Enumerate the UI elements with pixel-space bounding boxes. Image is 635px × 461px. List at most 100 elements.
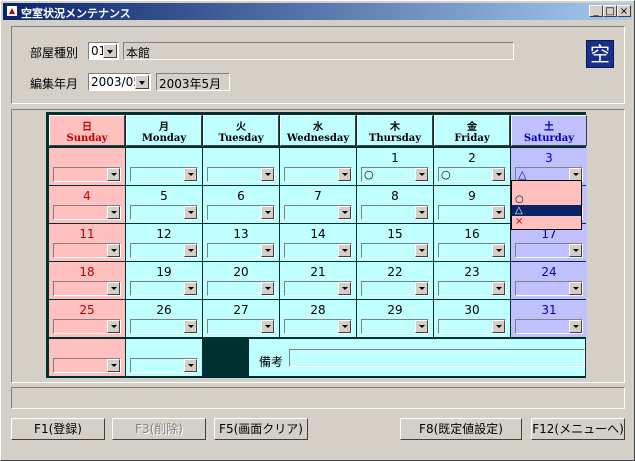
day-number: 7 — [314, 189, 322, 203]
dropdown-option[interactable]: ○ — [512, 194, 581, 205]
chevron-down-icon[interactable] — [261, 320, 274, 333]
chevron-down-icon[interactable] — [184, 359, 197, 372]
chevron-down-icon[interactable] — [338, 320, 351, 333]
chevron-down-icon[interactable] — [261, 244, 274, 257]
menu-button[interactable]: F12(メニューへ) — [531, 418, 625, 440]
chevron-down-icon[interactable] — [135, 75, 149, 89]
chevron-down-icon[interactable] — [569, 282, 582, 295]
availability-select[interactable] — [284, 319, 352, 334]
day-number: 19 — [156, 265, 172, 279]
minimize-button[interactable]: _ — [589, 5, 603, 17]
chevron-down-icon[interactable] — [415, 206, 428, 219]
chevron-down-icon[interactable] — [569, 320, 582, 333]
chevron-down-icon[interactable] — [261, 206, 274, 219]
chevron-down-icon[interactable] — [184, 320, 197, 333]
availability-select[interactable] — [438, 319, 506, 334]
chevron-down-icon[interactable] — [338, 168, 351, 181]
availability-select[interactable]: ○ — [361, 167, 429, 182]
chevron-down-icon[interactable] — [492, 168, 505, 181]
availability-select[interactable] — [207, 205, 275, 220]
availability-select[interactable] — [361, 243, 429, 258]
availability-select[interactable] — [207, 243, 275, 258]
dropdown-option[interactable] — [512, 183, 581, 194]
availability-select[interactable] — [438, 243, 506, 258]
availability-select[interactable] — [361, 281, 429, 296]
availability-select[interactable] — [284, 205, 352, 220]
chevron-down-icon[interactable] — [107, 244, 120, 257]
chevron-down-icon[interactable] — [261, 168, 274, 181]
day-header-en: Tuesday — [218, 133, 264, 144]
availability-select[interactable] — [53, 243, 121, 258]
chevron-down-icon[interactable] — [415, 282, 428, 295]
availability-select[interactable] — [130, 167, 198, 182]
chevron-down-icon[interactable] — [338, 244, 351, 257]
availability-select[interactable] — [284, 243, 352, 258]
chevron-down-icon[interactable] — [184, 244, 197, 257]
availability-select[interactable] — [53, 167, 121, 182]
calendar-grid: 備考 日 Sunday 月 Monday 火 Tuesday 水 Wednesday 木 Thur… — [46, 112, 587, 378]
chevron-down-icon[interactable] — [107, 282, 120, 295]
availability-select[interactable] — [130, 205, 198, 220]
close-button[interactable]: × — [617, 5, 631, 17]
chevron-down-icon[interactable] — [184, 282, 197, 295]
chevron-down-icon[interactable] — [338, 206, 351, 219]
availability-dropdown-list[interactable]: ○ △ × — [511, 180, 582, 230]
dropdown-option[interactable]: × — [512, 216, 581, 227]
chevron-down-icon[interactable] — [107, 359, 120, 372]
availability-select[interactable] — [53, 358, 121, 373]
dropdown-option[interactable]: △ — [512, 205, 581, 216]
memo-input[interactable] — [289, 349, 585, 367]
memo-label: 備考 — [259, 355, 284, 369]
chevron-down-icon[interactable] — [415, 244, 428, 257]
availability-select[interactable] — [130, 243, 198, 258]
delete-button[interactable]: F3(削除) — [112, 418, 206, 440]
availability-select[interactable] — [361, 205, 429, 220]
chevron-down-icon[interactable] — [492, 282, 505, 295]
chevron-down-icon[interactable] — [415, 320, 428, 333]
availability-select[interactable] — [130, 358, 198, 373]
chevron-down-icon[interactable] — [184, 206, 197, 219]
chevron-down-icon[interactable] — [107, 320, 120, 333]
availability-select[interactable] — [130, 319, 198, 334]
availability-select[interactable] — [438, 205, 506, 220]
availability-select[interactable] — [515, 319, 583, 334]
maximize-button[interactable]: □ — [603, 5, 617, 17]
chevron-down-icon[interactable] — [261, 282, 274, 295]
day-number: 6 — [237, 189, 245, 203]
chevron-down-icon[interactable] — [492, 320, 505, 333]
clear-screen-button[interactable]: F5(画面クリア) — [214, 418, 308, 440]
availability-select[interactable] — [515, 281, 583, 296]
app-window: 空室状況メンテナンス _ □ × 部屋種別 01 本館 編集年月 2003/05… — [0, 0, 635, 461]
chevron-down-icon[interactable] — [103, 44, 117, 58]
availability-select[interactable] — [207, 319, 275, 334]
availability-select[interactable] — [130, 281, 198, 296]
day-header-jp: 火 — [236, 122, 246, 133]
day-header-jp: 月 — [159, 122, 169, 133]
availability-select[interactable] — [284, 281, 352, 296]
chevron-down-icon[interactable] — [107, 168, 120, 181]
chevron-down-icon[interactable] — [184, 168, 197, 181]
availability-select[interactable] — [53, 281, 121, 296]
filter-panel: 部屋種別 01 本館 編集年月 2003/05 2003年5月 — [11, 26, 625, 104]
set-default-button[interactable]: F8(既定値設定) — [400, 418, 522, 440]
window-title: 空室状況メンテナンス — [21, 7, 131, 20]
availability-select[interactable] — [53, 205, 121, 220]
availability-select[interactable] — [53, 319, 121, 334]
availability-select[interactable] — [438, 281, 506, 296]
chevron-down-icon[interactable] — [492, 244, 505, 257]
availability-select[interactable] — [207, 167, 275, 182]
room-type-select[interactable]: 01 — [88, 42, 119, 60]
availability-select[interactable]: ○ — [438, 167, 506, 182]
register-button[interactable]: F1(登録) — [11, 418, 105, 440]
availability-select[interactable] — [515, 243, 583, 258]
day-number: 30 — [464, 303, 480, 317]
chevron-down-icon[interactable] — [415, 168, 428, 181]
chevron-down-icon[interactable] — [492, 206, 505, 219]
chevron-down-icon[interactable] — [338, 282, 351, 295]
month-select[interactable]: 2003/05 — [88, 73, 151, 91]
availability-select[interactable] — [284, 167, 352, 182]
chevron-down-icon[interactable] — [569, 244, 582, 257]
chevron-down-icon[interactable] — [107, 206, 120, 219]
availability-select[interactable] — [361, 319, 429, 334]
availability-select[interactable] — [207, 281, 275, 296]
